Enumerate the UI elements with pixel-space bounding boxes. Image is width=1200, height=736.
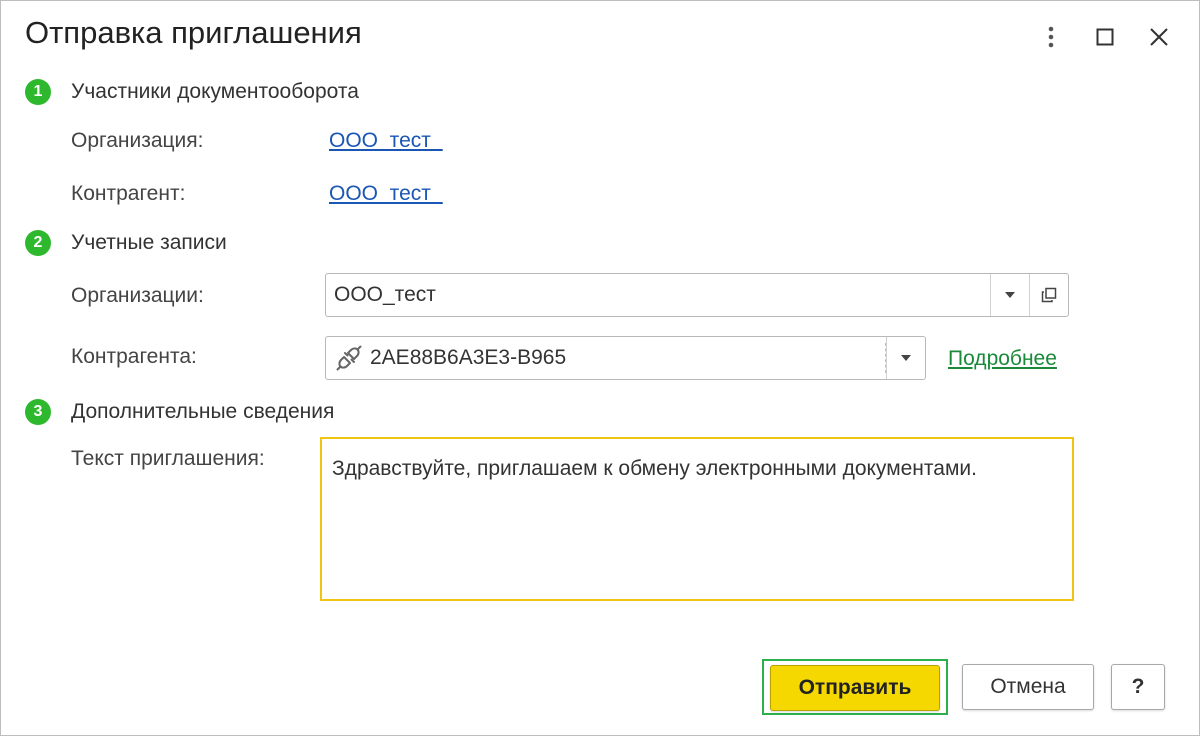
close-button[interactable] xyxy=(1139,19,1179,55)
close-icon xyxy=(1150,28,1168,46)
organizations-open-button[interactable] xyxy=(1029,274,1068,316)
counterparty-dropdown-button[interactable] xyxy=(886,337,925,379)
open-form-icon xyxy=(1041,287,1057,303)
invitation-text-label: Текст приглашения: xyxy=(71,447,265,470)
counterparty-account-value-wrap[interactable]: 2AE88B6A3E3-B965 xyxy=(326,337,885,379)
invitation-text-input[interactable]: Здравствуйте, приглашаем к обмену электр… xyxy=(320,437,1074,601)
organizations-dropdown-button[interactable] xyxy=(990,274,1029,316)
organizations-account-field[interactable]: ООО_тест xyxy=(325,273,1069,317)
counterparty-link[interactable]: ООО_тест_ xyxy=(329,182,443,206)
chevron-down-icon xyxy=(1005,292,1015,298)
send-button[interactable]: Отправить xyxy=(770,665,940,711)
plug-icon xyxy=(334,343,364,373)
section-accounts-title: Учетные записи xyxy=(71,231,227,254)
counterparty-account-label: Контрагента: xyxy=(71,345,197,368)
organizations-account-label: Организации: xyxy=(71,284,204,307)
counterparty-account-value: 2AE88B6A3E3-B965 xyxy=(370,346,567,369)
counterparty-account-field[interactable]: 2AE88B6A3E3-B965 xyxy=(325,336,926,380)
step-badge: 3 xyxy=(25,399,51,425)
window-controls xyxy=(1031,19,1179,55)
section-participants-header: 1 Участники документооборота xyxy=(25,79,359,105)
organization-label: Организация: xyxy=(71,129,204,152)
organizations-account-value[interactable]: ООО_тест xyxy=(326,274,990,316)
section-additional-title: Дополнительные сведения xyxy=(71,400,335,423)
organization-link[interactable]: ООО_тест_ xyxy=(329,129,443,153)
counterparty-label: Контрагент: xyxy=(71,182,186,205)
chevron-down-icon xyxy=(901,355,911,361)
default-button-frame: Отправить xyxy=(762,659,948,715)
section-accounts-header: 2 Учетные записи xyxy=(25,230,227,256)
invitation-dialog: Отправка приглашения 1 Участники докумен… xyxy=(0,0,1200,736)
help-button[interactable]: ? xyxy=(1111,664,1165,710)
step-badge: 2 xyxy=(25,230,51,256)
more-button[interactable] xyxy=(1031,19,1071,55)
cancel-button[interactable]: Отмена xyxy=(962,664,1094,710)
more-vertical-icon xyxy=(1048,26,1054,48)
step-badge: 1 xyxy=(25,79,51,105)
section-additional-header: 3 Дополнительные сведения xyxy=(25,399,334,425)
details-link[interactable]: Подробнее xyxy=(948,347,1057,371)
section-participants-title: Участники документооборота xyxy=(71,80,359,103)
dialog-title: Отправка приглашения xyxy=(25,15,362,50)
maximize-icon xyxy=(1096,28,1114,46)
maximize-button[interactable] xyxy=(1085,19,1125,55)
